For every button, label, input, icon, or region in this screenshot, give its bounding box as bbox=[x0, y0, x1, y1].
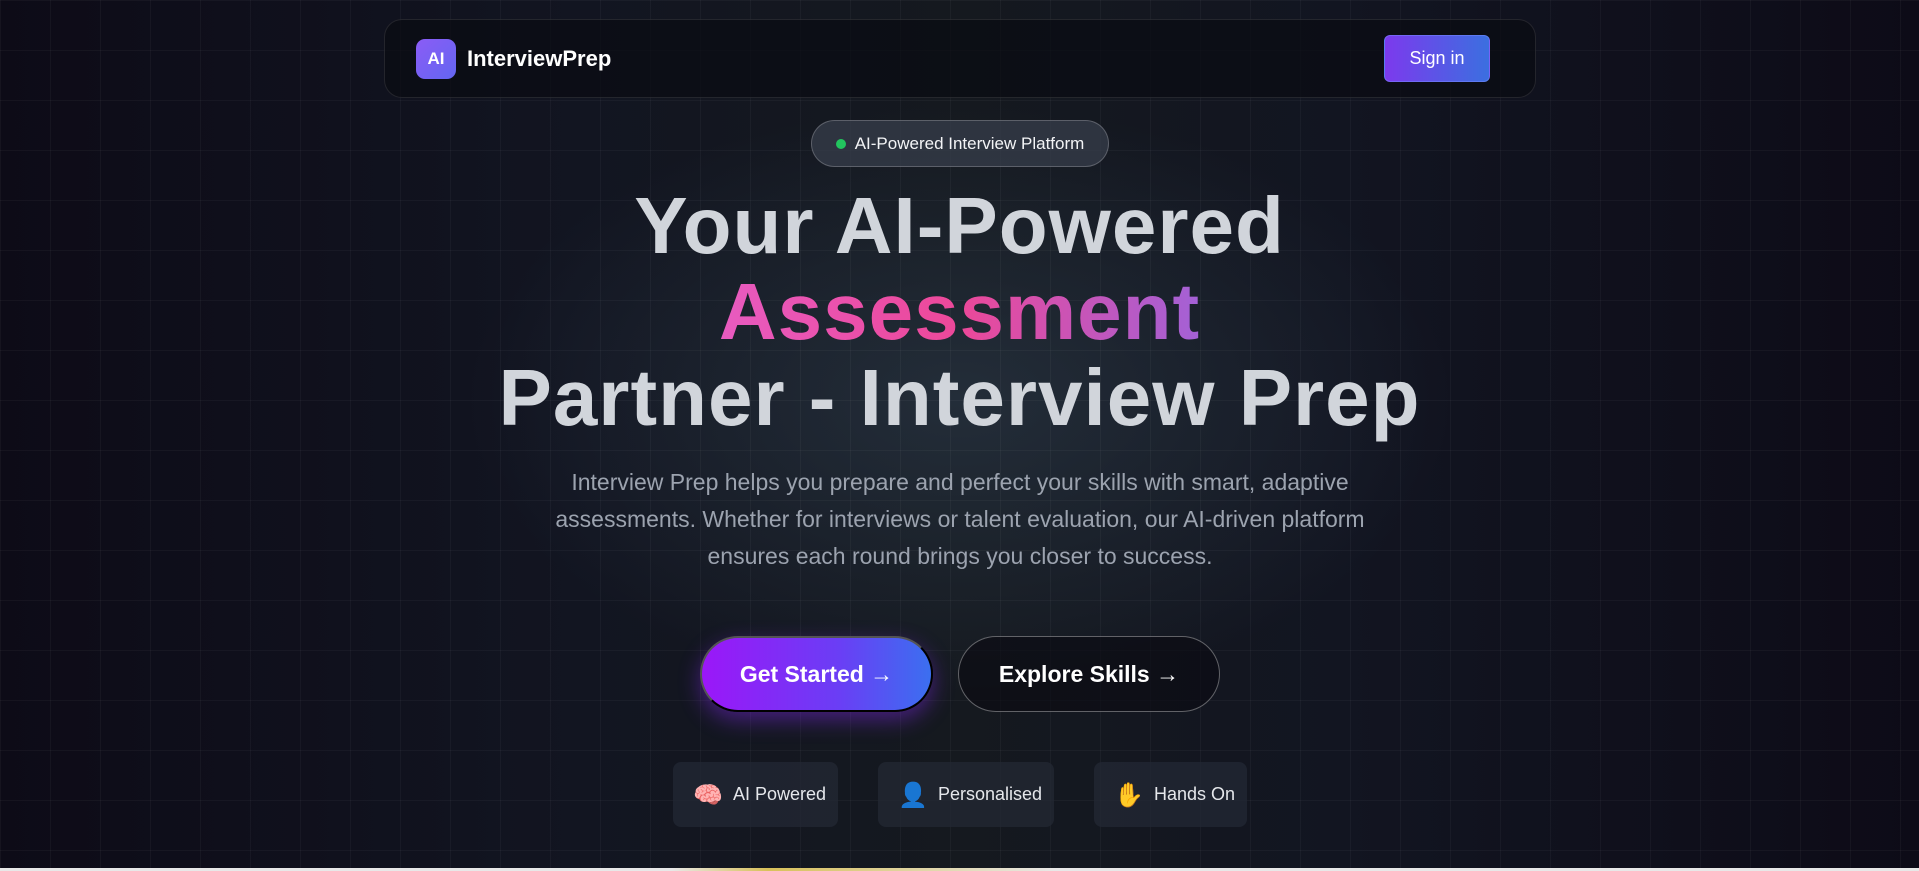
hero-description: Interview Prep helps you prepare and per… bbox=[555, 469, 1365, 569]
brand-name: InterviewPrep bbox=[467, 45, 612, 71]
person-icon: 👤 bbox=[898, 780, 928, 809]
badge-label: AI-Powered Interview Platform bbox=[854, 133, 1085, 153]
landing-page: AI InterviewPrep Sign in AI-Powered Inte… bbox=[0, 0, 1919, 871]
raised-hand-icon: ✋ bbox=[1114, 780, 1144, 809]
headline-highlight: Assessment bbox=[718, 267, 1201, 356]
brain-icon: 🧠 bbox=[693, 780, 723, 809]
navbar: AI InterviewPrep Sign in bbox=[384, 19, 1536, 98]
get-started-button[interactable]: Get Started → bbox=[700, 636, 933, 712]
feature-label: Hands On bbox=[1154, 784, 1236, 804]
status-dot-icon bbox=[835, 138, 846, 149]
feature-label: Personalised bbox=[938, 784, 1043, 804]
feature-label: AI Powered bbox=[733, 784, 827, 804]
headline-line-2: Assessment bbox=[0, 269, 1919, 355]
feature-hands-on: ✋ Hands On bbox=[1094, 762, 1247, 827]
brand-logo-icon: AI bbox=[416, 38, 456, 79]
platform-badge: AI-Powered Interview Platform bbox=[811, 120, 1109, 167]
feature-ai-powered: 🧠 AI Powered bbox=[673, 762, 838, 827]
sign-in-button[interactable]: Sign in bbox=[1384, 35, 1490, 82]
feature-personalised: 👤 Personalised bbox=[878, 762, 1054, 827]
brand[interactable]: AI InterviewPrep bbox=[416, 38, 612, 79]
headline-line-3: Partner - Interview Prep bbox=[498, 353, 1421, 442]
headline-line-1: Your AI-Powered bbox=[634, 181, 1285, 270]
explore-skills-button[interactable]: Explore Skills → bbox=[958, 636, 1220, 712]
